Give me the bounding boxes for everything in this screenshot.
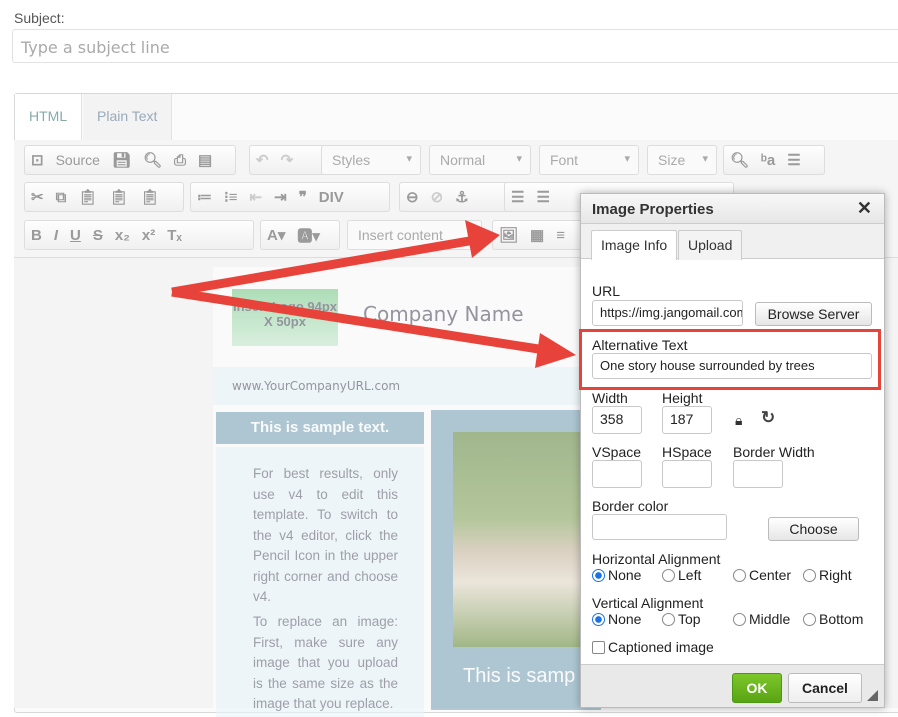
lock-ratio-icon[interactable]: 🔒︎ bbox=[735, 412, 742, 429]
v-align-middle[interactable]: Middle bbox=[733, 611, 790, 627]
width-label: Width bbox=[592, 390, 628, 406]
hspace-label: HSpace bbox=[662, 444, 712, 460]
border-color-input[interactable] bbox=[592, 514, 727, 540]
v-align-top[interactable]: Top bbox=[662, 611, 701, 627]
h-align-left[interactable]: Left bbox=[662, 567, 701, 583]
v-align-label: Vertical Alignment bbox=[592, 595, 704, 611]
v-align-none[interactable]: None bbox=[592, 611, 641, 627]
vspace-input[interactable] bbox=[592, 460, 642, 488]
tab-upload[interactable]: Upload bbox=[678, 230, 743, 260]
arrowhead-2 bbox=[535, 333, 576, 368]
dialog-title: Image Properties bbox=[592, 201, 714, 218]
ok-button[interactable]: OK bbox=[732, 673, 782, 703]
arrow-to-image-button bbox=[171, 235, 476, 297]
choose-color-button[interactable]: Choose bbox=[768, 517, 859, 541]
height-input[interactable]: 187 bbox=[662, 406, 712, 434]
reset-size-icon[interactable]: ↻ bbox=[761, 408, 775, 428]
url-label: URL bbox=[592, 283, 621, 299]
vspace-label: VSpace bbox=[592, 444, 642, 460]
width-input[interactable]: 358 bbox=[592, 406, 642, 434]
tab-image-info[interactable]: Image Info bbox=[591, 230, 678, 260]
cancel-button[interactable]: Cancel bbox=[788, 673, 862, 703]
h-align-label: Horizontal Alignment bbox=[592, 551, 721, 567]
resize-handle[interactable] bbox=[867, 690, 878, 701]
image-properties-dialog: Image Properties ✕ Image Info Upload URL … bbox=[579, 193, 885, 708]
h-align-right[interactable]: Right bbox=[803, 567, 852, 583]
arrowhead-1 bbox=[465, 220, 500, 258]
border-width-input[interactable] bbox=[733, 460, 783, 488]
hspace-input[interactable] bbox=[662, 460, 712, 488]
dialog-footer: OK Cancel bbox=[581, 664, 884, 707]
v-align-bottom[interactable]: Bottom bbox=[803, 611, 863, 627]
border-width-label: Border Width bbox=[733, 444, 815, 460]
alt-text-label: Alternative Text bbox=[592, 337, 688, 353]
url-input[interactable]: https://img.jangomail.com bbox=[592, 300, 743, 326]
h-align-center[interactable]: Center bbox=[733, 567, 791, 583]
arrow-to-alt-text bbox=[171, 287, 546, 355]
height-label: Height bbox=[662, 390, 703, 406]
captioned-image-checkbox[interactable]: Captioned image bbox=[592, 639, 714, 655]
browse-server-button[interactable]: Browse Server bbox=[755, 302, 872, 326]
h-align-none[interactable]: None bbox=[592, 567, 641, 583]
border-color-label: Border color bbox=[592, 498, 669, 514]
close-icon[interactable]: ✕ bbox=[857, 198, 872, 219]
alt-text-input[interactable]: One story house surrounded by trees bbox=[592, 353, 872, 379]
